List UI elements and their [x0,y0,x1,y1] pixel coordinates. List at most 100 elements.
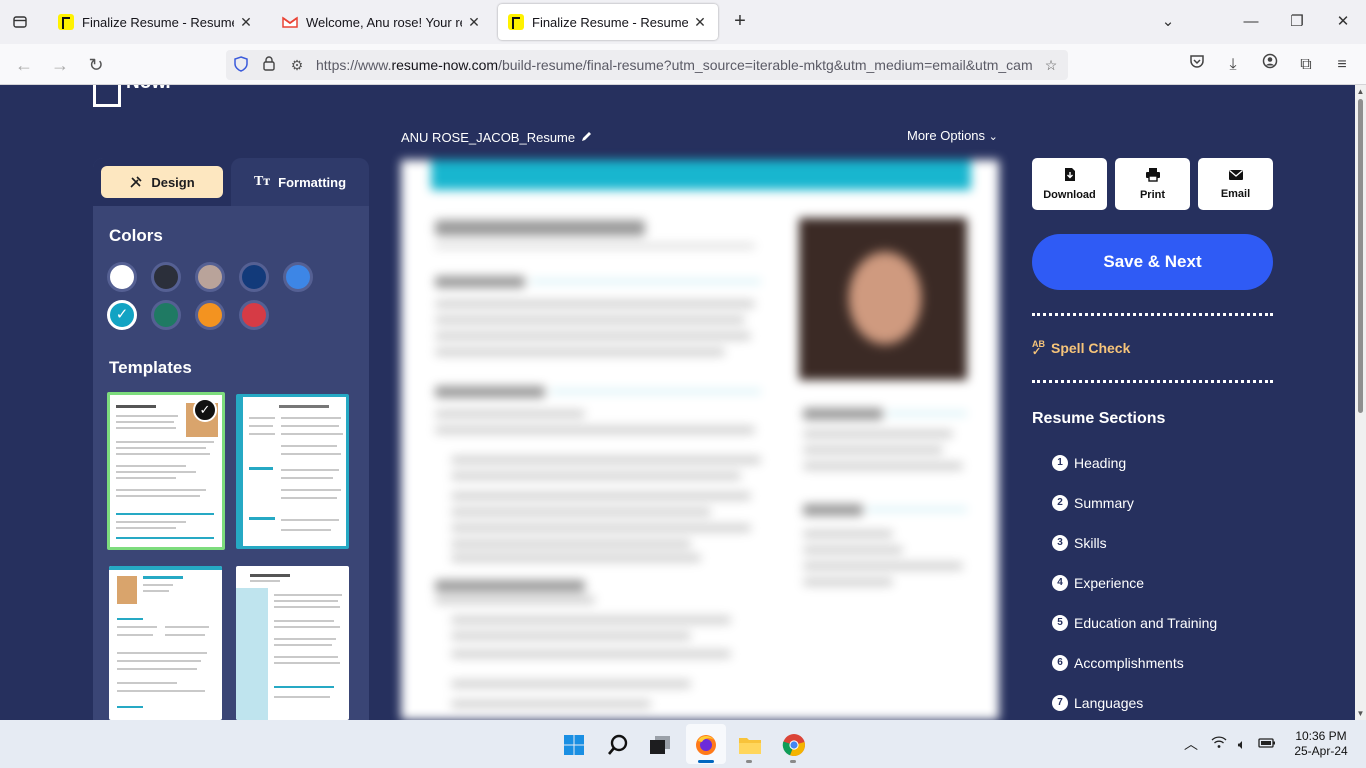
section-label: Accomplishments [1074,655,1184,671]
file-explorer-icon[interactable] [734,729,766,761]
template-thumbnail-2[interactable] [236,394,349,549]
color-swatch-orange[interactable] [195,300,225,330]
section-item-skills[interactable]: 3 Skills [1052,535,1107,551]
close-tab-icon[interactable]: ✕ [692,14,708,31]
windows-start-icon[interactable] [558,729,590,761]
system-clock[interactable]: 10:36 PM 25-Apr-24 [1286,729,1356,759]
browser-tab-3-active[interactable]: Finalize Resume - Resume Now ✕ [498,4,718,40]
color-swatch-white[interactable] [107,262,137,292]
save-next-button[interactable]: Save & Next [1032,234,1273,290]
lock-icon[interactable] [260,56,278,74]
logo-text: Now. [126,85,171,107]
resume-header-band [431,160,971,190]
resume-preview[interactable] [401,160,999,720]
spell-check-button[interactable]: AB ✓ Spell Check [1032,339,1131,358]
section-item-languages[interactable]: 7 Languages [1052,695,1143,711]
color-swatch-taupe[interactable] [195,262,225,292]
download-label: Download [1043,189,1096,201]
clock-date: 25-Apr-24 [1294,744,1348,758]
color-swatch-navy[interactable] [239,262,269,292]
clock-time: 10:36 PM [1295,729,1347,743]
color-swatch-blue[interactable] [283,262,313,292]
tab-list-icon[interactable] [8,10,32,34]
spell-check-icon: AB ✓ [1032,339,1045,358]
email-button[interactable]: Email [1198,158,1273,210]
section-item-summary[interactable]: 2 Summary [1052,495,1134,511]
close-tab-icon[interactable]: ✕ [238,14,254,31]
scroll-down-icon[interactable]: ▼ [1356,709,1365,718]
site-permissions-icon[interactable]: ⚙ [288,56,306,74]
restore-icon[interactable]: ❐ [1282,10,1312,34]
page-scrollbar[interactable]: ▲ ▼ [1355,85,1366,720]
section-item-heading[interactable]: 1 Heading [1052,455,1126,471]
browser-tab-2[interactable]: Welcome, Anu rose! Your resum ✕ [272,4,492,40]
download-file-icon [1064,167,1076,186]
section-item-accomplishments[interactable]: 6 Accomplishments [1052,655,1184,671]
color-swatch-red[interactable] [239,300,269,330]
spell-check-label: Spell Check [1051,340,1131,356]
extensions-icon[interactable]: ⧉ [1294,53,1318,77]
chrome-icon[interactable] [778,729,810,761]
download-button[interactable]: Download [1032,158,1107,210]
document-name[interactable]: ANU ROSE_JACOB_Resume [401,130,593,145]
task-view-icon[interactable] [644,729,676,761]
scroll-up-icon[interactable]: ▲ [1356,87,1365,96]
section-number-badge: 5 [1052,615,1068,631]
back-icon[interactable]: ← [12,53,36,77]
reload-icon[interactable]: ↻ [84,53,108,77]
wifi-icon[interactable] [1209,734,1229,754]
template-thumbnail-4[interactable] [236,566,349,720]
color-swatch-teal-selected[interactable]: ✓ [107,300,137,330]
tracking-protection-shield-icon[interactable] [232,56,250,74]
forward-icon[interactable]: → [48,53,72,77]
address-bar[interactable]: ⚙ https://www.resume-now.com/build-resum… [226,50,1068,80]
firefox-icon[interactable] [690,729,722,761]
browser-tab-1[interactable]: Finalize Resume - Resume Now ✕ [48,4,264,40]
tab-design[interactable]: Design [101,166,223,198]
panel-tabs: Design Tт Formatting [93,158,369,206]
template-thumbnail-3[interactable] [109,566,222,720]
url-text[interactable]: https://www.resume-now.com/build-resume/… [316,57,1034,73]
gmail-favicon-icon [282,14,298,30]
menu-icon[interactable]: ≡ [1330,53,1354,77]
resume-now-favicon-icon [508,14,524,30]
section-number-badge: 7 [1052,695,1068,711]
chrome-running-indicator [790,760,796,763]
color-swatch-charcoal[interactable] [151,262,181,292]
bookmark-star-icon[interactable]: ☆ [1042,56,1060,74]
scroll-thumb[interactable] [1358,99,1363,413]
minimize-icon[interactable]: — [1236,10,1266,34]
more-options-button[interactable]: More Options ⌄ [907,128,998,143]
section-label: Heading [1074,455,1127,471]
firefox-running-indicator [698,760,714,763]
edit-pencil-icon[interactable] [581,130,593,145]
show-hidden-icons-chevron-icon[interactable]: ︿ [1181,734,1201,754]
account-icon[interactable] [1258,53,1282,77]
tab-design-label: Design [151,174,195,190]
section-label: Summary [1074,495,1134,511]
section-label: Experience [1074,575,1145,591]
tab-overflow-chevron-icon[interactable]: ⌄ [1153,10,1183,34]
text-format-icon: Tт [253,174,271,189]
new-tab-icon[interactable]: + [728,10,752,34]
search-icon[interactable] [602,729,634,761]
tab-formatting[interactable]: Tт Formatting [231,158,369,206]
close-tab-icon[interactable]: ✕ [466,14,482,31]
downloads-icon[interactable]: ⤓ [1221,53,1245,77]
colors-heading: Colors [109,226,163,245]
volume-icon[interactable]: 🔈︎ [1232,734,1252,754]
close-window-icon[interactable]: ✕ [1328,10,1358,34]
battery-icon[interactable] [1257,734,1277,754]
section-number-badge: 4 [1052,575,1068,591]
print-button[interactable]: Print [1115,158,1190,210]
logo-mark [93,85,121,107]
section-number-badge: 3 [1052,535,1068,551]
dotted-divider [1032,380,1273,383]
color-swatch-green[interactable] [151,300,181,330]
section-item-experience[interactable]: 4 Experience [1052,575,1144,591]
section-item-education[interactable]: 5 Education and Training [1052,615,1217,631]
resume-now-logo[interactable]: Now. [93,85,171,107]
print-label: Print [1139,189,1166,201]
section-label: Languages [1074,695,1144,711]
pocket-icon[interactable] [1185,53,1209,77]
